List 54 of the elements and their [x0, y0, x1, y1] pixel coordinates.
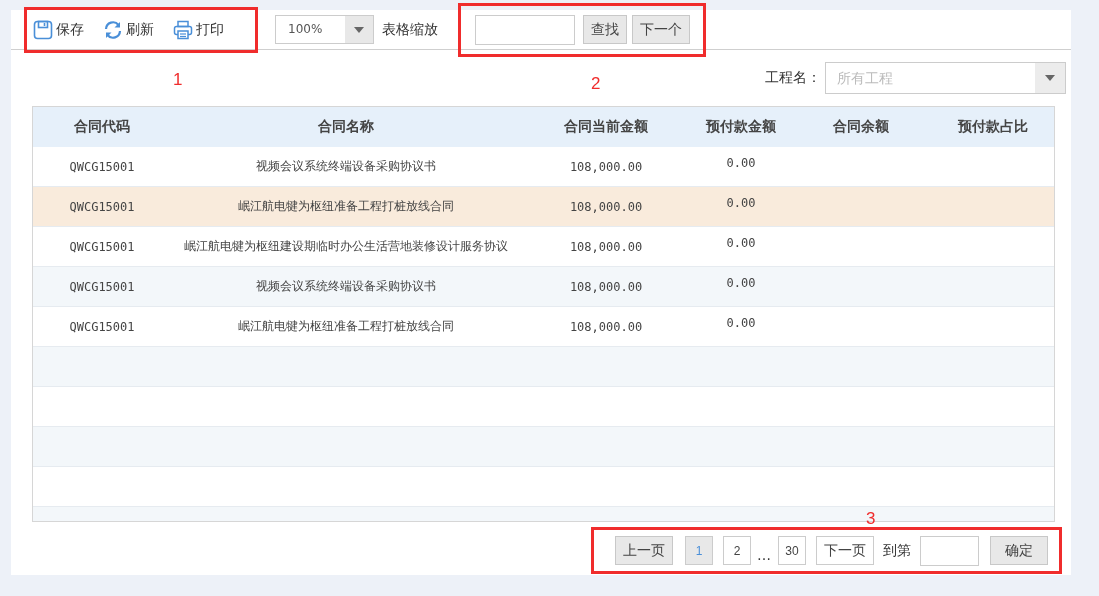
annotation-number: 1 — [173, 69, 183, 90]
find-button[interactable]: 查找 — [583, 15, 627, 44]
goto-label: 到第 — [883, 541, 911, 560]
table-row[interactable]: QWCG15001 岷江航电犍为枢纽准备工程打桩放线合同 108,000.00 0.00 — [33, 187, 1054, 227]
table-cell-text: 0.00 — [725, 315, 757, 330]
prev-page-button[interactable]: 上一页 — [615, 536, 673, 565]
table-cell-text: 108,000.00 — [568, 199, 644, 214]
next-button[interactable]: 下一个 — [632, 15, 690, 44]
table-cell-text: 108,000.00 — [568, 239, 644, 254]
column-header: 合同名称 — [317, 118, 375, 136]
project-select[interactable]: 所有工程 — [825, 62, 1066, 94]
table-cell-text: 0.00 — [725, 275, 757, 290]
table-cell-text: QWCG15001 — [68, 159, 136, 174]
column-header: 预付款金额 — [704, 118, 777, 136]
table-cell-text: QWCG15001 — [68, 279, 136, 294]
refresh-button[interactable]: 刷新 — [103, 19, 154, 40]
confirm-button[interactable]: 确定 — [990, 536, 1048, 565]
page-number-field[interactable] — [920, 535, 979, 566]
save-icon — [33, 19, 53, 40]
table-cell-text: 视频会议系统终端设备采购协议书 — [255, 278, 437, 295]
column-header: 合同代码 — [73, 118, 131, 136]
table-cell-text: QWCG15001 — [68, 239, 136, 254]
print-button[interactable]: 打印 — [173, 19, 224, 40]
page-button[interactable]: 2 — [723, 536, 751, 565]
table-cell-text: 0.00 — [725, 235, 757, 250]
table-row[interactable]: QWCG15001 视频会议系统终端设备采购协议书 108,000.00 0.00 — [33, 267, 1054, 307]
table-cell-text: QWCG15001 — [68, 199, 136, 214]
ellipsis: … — [757, 546, 771, 563]
table-cell-text: 岷江航电犍为枢纽建设期临时办公生活营地装修设计服务协议 — [183, 238, 509, 255]
column-header: 合同余额 — [832, 118, 890, 136]
annotation-number: 2 — [591, 73, 601, 94]
column-header: 合同当前金额 — [563, 118, 649, 136]
table-cell-text: 视频会议系统终端设备采购协议书 — [255, 158, 437, 175]
table-cell-text: 岷江航电犍为枢纽准备工程打桩放线合同 — [237, 198, 455, 215]
print-icon — [173, 19, 193, 40]
table-cell-text: 0.00 — [725, 155, 757, 170]
annotation-number: 3 — [866, 509, 876, 529]
refresh-icon — [103, 19, 123, 40]
page-button[interactable]: 30 — [778, 536, 806, 565]
table-cell-text: 岷江航电犍为枢纽准备工程打桩放线合同 — [237, 318, 455, 335]
zoom-select[interactable]: 100% — [275, 15, 374, 44]
filter-label: 工程名： — [765, 69, 821, 87]
next-page-button[interactable]: 下一页 — [816, 536, 874, 565]
save-button[interactable]: 保存 — [33, 19, 84, 40]
table-cell-text: 108,000.00 — [568, 279, 644, 294]
table-cell-text: 108,000.00 — [568, 159, 644, 174]
table-cell-text: QWCG15001 — [68, 319, 136, 334]
table-cell-text: 0.00 — [725, 195, 757, 210]
table-cell-text: 108,000.00 — [568, 319, 644, 334]
zoom-label: 表格缩放 — [382, 20, 438, 39]
caret-icon — [354, 26, 364, 33]
caret-icon — [1045, 75, 1055, 81]
search-field[interactable] — [475, 14, 575, 45]
column-header: 预付款占比 — [956, 118, 1029, 136]
